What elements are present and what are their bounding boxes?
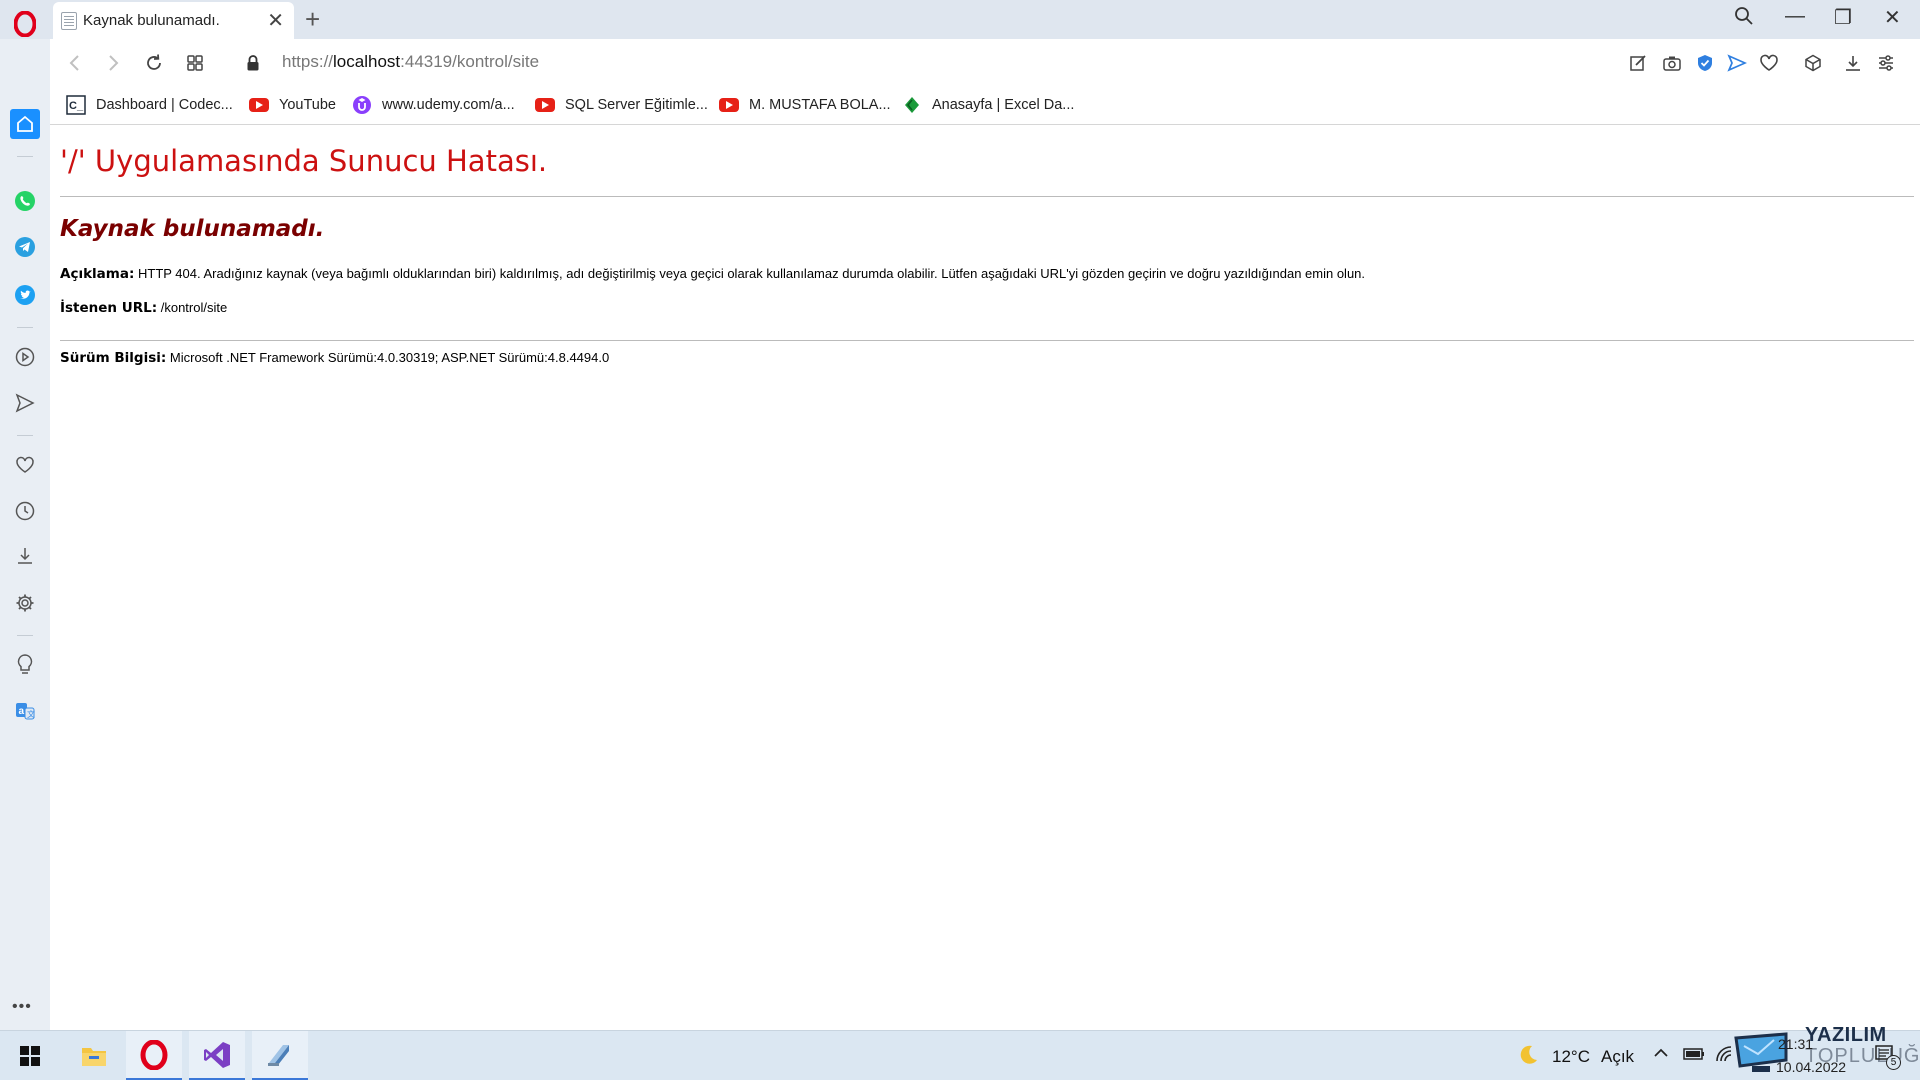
divider [60, 196, 1914, 197]
bookmark-youtube[interactable]: YouTube [249, 95, 336, 115]
bookmark-label: Dashboard | Codec... [96, 97, 233, 113]
divider [60, 340, 1914, 341]
windows-start-icon[interactable] [2, 1031, 58, 1080]
requested-url-label: İstenen URL: [60, 300, 158, 316]
translator-icon[interactable]: a文 [10, 696, 40, 726]
codecademy-icon: C_ [66, 95, 86, 115]
forward-icon[interactable] [102, 52, 124, 74]
sidebar-divider [17, 635, 33, 636]
opera-sidebar: a文 ••• [0, 39, 50, 1030]
downloads-icon[interactable] [10, 541, 40, 571]
telegram-icon[interactable] [10, 232, 40, 262]
windows-taskbar: 12°C Açık [0, 1030, 1920, 1080]
excel-leaf-icon [902, 95, 922, 115]
speed-dial-icon[interactable] [184, 52, 206, 74]
opera-menu-icon[interactable] [10, 8, 40, 40]
lock-icon[interactable] [242, 52, 264, 74]
heart-icon[interactable] [1758, 52, 1780, 74]
youtube-icon [249, 95, 269, 115]
sidebar-divider [17, 156, 33, 157]
taskbar-time[interactable]: 21:31 [1778, 1034, 1813, 1054]
bookmark-sql-server[interactable]: SQL Server Eğitimle... [535, 95, 708, 115]
active-tab[interactable]: Kaynak bulunamadı. ✕ [53, 2, 294, 39]
easy-setup-icon[interactable] [1875, 52, 1897, 74]
description-text: HTTP 404. Aradığınız kaynak (veya bağıml… [134, 266, 1366, 281]
search-tabs-icon[interactable] [1734, 6, 1754, 32]
close-window-button[interactable]: ✕ [1884, 6, 1901, 30]
bookmark-label: www.udemy.com/a... [382, 97, 515, 113]
bookmark-mustafa[interactable]: M. MUSTAFA BOLA... [719, 95, 891, 115]
bookmark-excel[interactable]: Anasayfa | Excel Da... [902, 95, 1074, 115]
url-host: localhost [333, 52, 401, 71]
notification-center-icon[interactable]: 5 [1874, 1043, 1901, 1070]
sidebar-divider [17, 435, 33, 436]
weather-moon-icon[interactable] [1516, 1043, 1540, 1072]
home-icon[interactable] [10, 109, 40, 139]
battery-icon[interactable] [1683, 1046, 1705, 1067]
bookmark-label: M. MUSTAFA BOLA... [749, 97, 891, 113]
my-flow-icon[interactable] [10, 388, 40, 418]
taskbar-date[interactable]: 10.04.2022 [1776, 1057, 1846, 1077]
bookmark-udemy[interactable]: www.udemy.com/a... [352, 95, 515, 115]
minimize-button[interactable]: — [1785, 4, 1805, 28]
browser-titlebar: Kaynak bulunamadı. ✕ + — ❐ ✕ [0, 0, 1920, 39]
edit-page-icon[interactable] [1627, 52, 1649, 74]
history-clock-icon[interactable] [10, 496, 40, 526]
description-label: Açıklama: [60, 266, 135, 282]
back-icon[interactable] [64, 52, 86, 74]
whatsapp-icon[interactable] [10, 186, 40, 216]
visual-studio-icon[interactable] [189, 1031, 245, 1080]
file-explorer-icon[interactable] [66, 1031, 122, 1080]
url-path: :44319/kontrol/site [400, 52, 540, 71]
page-content: '/' Uygulamasında Sunucu Hatası. Kaynak … [50, 126, 1920, 1030]
sidebar-more-icon[interactable]: ••• [12, 998, 32, 1016]
bookmark-label: SQL Server Eğitimle... [565, 97, 708, 113]
requested-url-line: İstenen URL: /kontrol/site [60, 300, 227, 316]
bookmarks-heart-icon[interactable] [10, 450, 40, 480]
requested-url-value: /kontrol/site [157, 300, 228, 315]
bookmark-label: Anasayfa | Excel Da... [932, 97, 1075, 113]
version-info-line: Sürüm Bilgisi: Microsoft .NET Framework … [60, 350, 609, 366]
reload-icon[interactable] [143, 52, 165, 74]
notification-count-badge: 5 [1886, 1055, 1901, 1070]
tab-title: Kaynak bulunamadı. [83, 12, 220, 29]
lightbulb-icon[interactable] [10, 650, 40, 680]
youtube-icon [535, 95, 555, 115]
weather-temperature[interactable]: 12°C [1552, 1047, 1590, 1067]
weather-condition[interactable]: Açık [1601, 1047, 1634, 1067]
tray-chevron-up-icon[interactable] [1652, 1045, 1670, 1066]
version-label: Sürüm Bilgisi: [60, 350, 167, 366]
svg-text:C_: C_ [69, 100, 84, 112]
version-value: Microsoft .NET Framework Sürümü:4.0.3031… [166, 350, 610, 365]
settings-gear-icon[interactable] [10, 588, 40, 618]
page-icon [61, 11, 77, 30]
url-field[interactable]: https://localhost:44319/kontrol/site [282, 52, 539, 72]
bookmark-label: YouTube [279, 97, 336, 113]
description-line: Açıklama: HTTP 404. Aradığınız kaynak (v… [60, 266, 1365, 282]
flow-icon[interactable] [1726, 52, 1748, 74]
camera-icon[interactable] [1661, 52, 1683, 74]
opera-taskbar-icon[interactable] [126, 1031, 182, 1080]
svg-text:a: a [19, 706, 25, 717]
sidebar-divider [17, 327, 33, 328]
url-scheme: https:// [282, 52, 334, 71]
restore-button[interactable]: ❐ [1834, 6, 1852, 30]
twitter-icon[interactable] [10, 280, 40, 310]
page-title: '/' Uygulamasında Sunucu Hatası. [60, 144, 548, 178]
vpn-shield-icon[interactable] [1694, 52, 1716, 74]
new-tab-button[interactable]: + [305, 4, 320, 34]
extensions-cube-icon[interactable] [1802, 52, 1824, 74]
error-subtitle: Kaynak bulunamadı. [60, 216, 325, 242]
download-icon[interactable] [1842, 52, 1864, 74]
svg-text:文: 文 [27, 709, 35, 719]
tab-close-icon[interactable]: ✕ [267, 11, 284, 31]
bookmarks-bar: C_ Dashboard | Codec... YouTube www.udem… [50, 87, 1920, 125]
youtube-icon [719, 95, 739, 115]
udemy-icon [352, 95, 372, 115]
address-bar: https://localhost:44319/kontrol/site [50, 39, 1920, 87]
bookmark-dashboard[interactable]: C_ Dashboard | Codec... [66, 95, 233, 115]
sql-tool-icon[interactable] [252, 1031, 308, 1080]
player-icon[interactable] [10, 342, 40, 372]
